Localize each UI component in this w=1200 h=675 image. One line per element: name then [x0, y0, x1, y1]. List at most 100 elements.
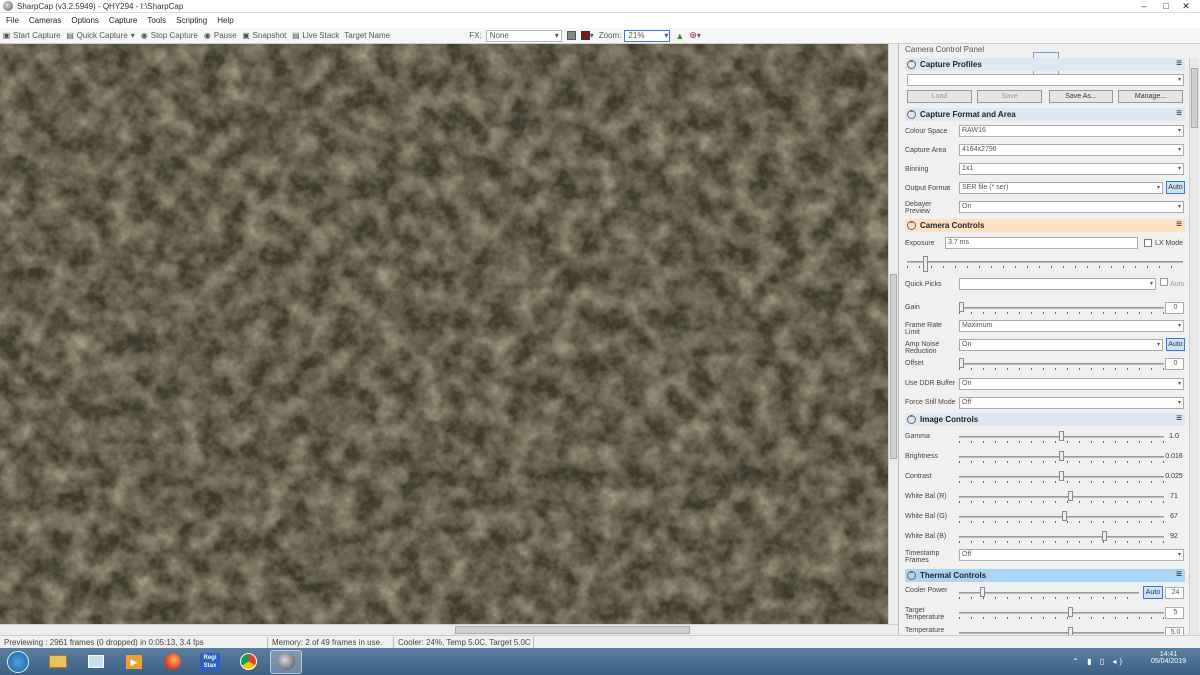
slider-knob[interactable] — [1102, 531, 1107, 541]
slider-knob[interactable] — [1068, 491, 1073, 501]
frame-rate-limit-select[interactable]: Maximum ▾ — [959, 320, 1184, 332]
temperature-value[interactable]: 5.0 — [1165, 627, 1184, 635]
taskbar-firefox[interactable] — [156, 650, 188, 674]
capture-area-select[interactable]: 4164x2796 ▾ — [959, 144, 1184, 156]
contrast-slider[interactable] — [959, 471, 1164, 483]
hamburger-menu-icon[interactable]: ≡ — [1176, 219, 1182, 230]
slider-knob[interactable] — [980, 587, 985, 597]
slider-knob[interactable] — [1068, 627, 1073, 635]
panel-scroll-thumb[interactable] — [1191, 68, 1198, 128]
preview-horizontal-scrollbar[interactable] — [0, 624, 898, 635]
white-bal-r-slider[interactable] — [959, 491, 1164, 503]
slider-knob[interactable] — [1068, 607, 1073, 617]
quick-picks-select[interactable]: ▾ — [959, 278, 1156, 290]
slider-knob[interactable] — [1059, 471, 1064, 481]
taskbar-media-player[interactable]: ▶ — [118, 650, 150, 674]
debayer-preview-select[interactable]: On ▾ — [959, 201, 1184, 213]
gain-slider[interactable] — [959, 302, 1164, 314]
temperature-slider[interactable] — [959, 627, 1164, 635]
section-thermal-controls[interactable]: ⌃ Thermal Controls ≡ — [905, 569, 1185, 582]
lx-mode-checkbox[interactable] — [1144, 239, 1152, 247]
taskbar-sharpcap[interactable] — [270, 649, 302, 674]
hamburger-menu-icon[interactable]: ≡ — [1176, 569, 1182, 580]
slider-knob[interactable] — [1062, 511, 1067, 521]
force-still-mode-select[interactable]: Off ▾ — [959, 397, 1184, 409]
target-temperature-value[interactable]: 5 — [1165, 607, 1184, 619]
slider-knob[interactable] — [1059, 431, 1064, 441]
target-name-field[interactable]: Target Name — [344, 31, 464, 40]
taskbar-image-viewer[interactable] — [80, 650, 112, 674]
section-image-controls[interactable]: ⌃ Image Controls ≡ — [905, 413, 1185, 426]
menu-scripting[interactable]: Scripting — [176, 16, 207, 25]
maximize-button[interactable]: □ — [1157, 0, 1175, 13]
target-temperature-slider[interactable] — [959, 607, 1164, 619]
colour-space-select[interactable]: RAW16 ▾ — [959, 125, 1184, 137]
panel-scrollbar[interactable] — [1189, 58, 1199, 635]
display-settings-button[interactable] — [566, 31, 576, 40]
menu-capture[interactable]: Capture — [109, 16, 137, 25]
auto-exposure-checkbox[interactable] — [1160, 278, 1168, 286]
menu-tools[interactable]: Tools — [147, 16, 166, 25]
quick-capture-button[interactable]: ▤ Quick Capture ▾ — [66, 31, 134, 40]
start-button[interactable] — [0, 650, 36, 674]
amp-noise-reduction-select[interactable]: On ▾ — [959, 339, 1163, 351]
fx-select[interactable]: None ▾ — [485, 29, 562, 42]
section-camera-controls[interactable]: ⌃ Camera Controls ≡ — [905, 219, 1185, 232]
slider-knob[interactable] — [923, 256, 928, 272]
hamburger-menu-icon[interactable]: ≡ — [1176, 58, 1182, 69]
gain-value[interactable]: 0 — [1165, 302, 1184, 314]
use-ddr-buffer-select[interactable]: On ▾ — [959, 378, 1184, 390]
hamburger-menu-icon[interactable]: ≡ — [1176, 413, 1182, 424]
live-stack-button[interactable]: ▤ Live Stack — [291, 31, 339, 40]
menu-cameras[interactable]: Cameras — [29, 16, 61, 25]
cooler-power-auto-button[interactable]: Auto — [1143, 586, 1163, 599]
slider-knob[interactable] — [959, 302, 964, 312]
profile-select[interactable]: ▾ — [907, 74, 1184, 86]
menu-help[interactable]: Help — [217, 16, 233, 25]
reticle-button[interactable]: ⊛ ▾ — [689, 30, 701, 41]
hamburger-menu-icon[interactable]: ≡ — [1176, 108, 1182, 119]
binning-select[interactable]: 1x1 ▾ — [959, 163, 1184, 175]
taskbar-registax[interactable]: Regi Stax — [194, 650, 226, 674]
load-profile-button[interactable]: Load — [907, 90, 972, 103]
timestamp-frames-select[interactable]: Off ▾ — [959, 549, 1184, 561]
amp-noise-reduction-auto-button[interactable]: Auto — [1166, 338, 1185, 351]
close-button[interactable]: ✕ — [1177, 0, 1195, 13]
save-as-profile-button[interactable]: Save As... — [1049, 90, 1113, 103]
slider-knob[interactable] — [1059, 451, 1064, 461]
preview-vertical-scrollbar[interactable] — [888, 44, 898, 624]
offset-slider[interactable] — [959, 358, 1164, 370]
menu-file[interactable]: File — [6, 16, 19, 25]
output-format-auto-button[interactable]: Auto — [1166, 181, 1185, 194]
horizontal-scroll-thumb[interactable] — [455, 626, 690, 634]
camera-preview-image[interactable] — [0, 44, 888, 624]
vertical-scroll-thumb[interactable] — [890, 274, 897, 459]
pause-button[interactable]: ◉ Pause — [203, 31, 237, 40]
brightness-slider[interactable] — [959, 451, 1164, 463]
cooler-power-value[interactable]: 24 — [1165, 587, 1184, 599]
taskbar-file-explorer[interactable] — [42, 650, 74, 674]
graph-button[interactable]: ▲ — [675, 31, 684, 41]
exposure-slider[interactable] — [907, 256, 1183, 272]
colour-picker-button[interactable]: ▾ — [580, 31, 594, 40]
exposure-input[interactable]: 3.7 ms — [945, 237, 1138, 249]
start-capture-button[interactable]: ▣ Start Capture — [2, 31, 61, 40]
taskbar-chrome[interactable] — [232, 650, 264, 674]
manage-profiles-button[interactable]: Manage... — [1118, 90, 1183, 103]
zoom-select[interactable]: 21% ▾ — [624, 29, 671, 42]
taskbar-clock[interactable]: 14:41 05/04/2019 — [1151, 651, 1186, 665]
white-bal-g-slider[interactable] — [959, 511, 1164, 523]
system-tray-icons[interactable]: ⌃ ▮ ▯ ◂) — [1072, 657, 1125, 666]
save-profile-button[interactable]: Save — [977, 90, 1042, 103]
stop-capture-button[interactable]: ◉ Stop Capture — [140, 31, 198, 40]
minimize-button[interactable]: – — [1135, 0, 1153, 13]
offset-value[interactable]: 0 — [1165, 358, 1184, 370]
snapshot-button[interactable]: ▣ Snapshot — [242, 31, 286, 40]
gamma-slider[interactable] — [959, 431, 1164, 443]
menu-options[interactable]: Options — [71, 16, 99, 25]
slider-knob[interactable] — [959, 358, 964, 368]
white-bal-b-slider[interactable] — [959, 531, 1164, 543]
section-capture-profiles[interactable]: ⌃ Capture Profiles ≡ — [905, 58, 1185, 71]
output-format-select[interactable]: SER file (*.ser) ▾ — [959, 182, 1163, 194]
cooler-power-slider[interactable] — [959, 587, 1139, 599]
